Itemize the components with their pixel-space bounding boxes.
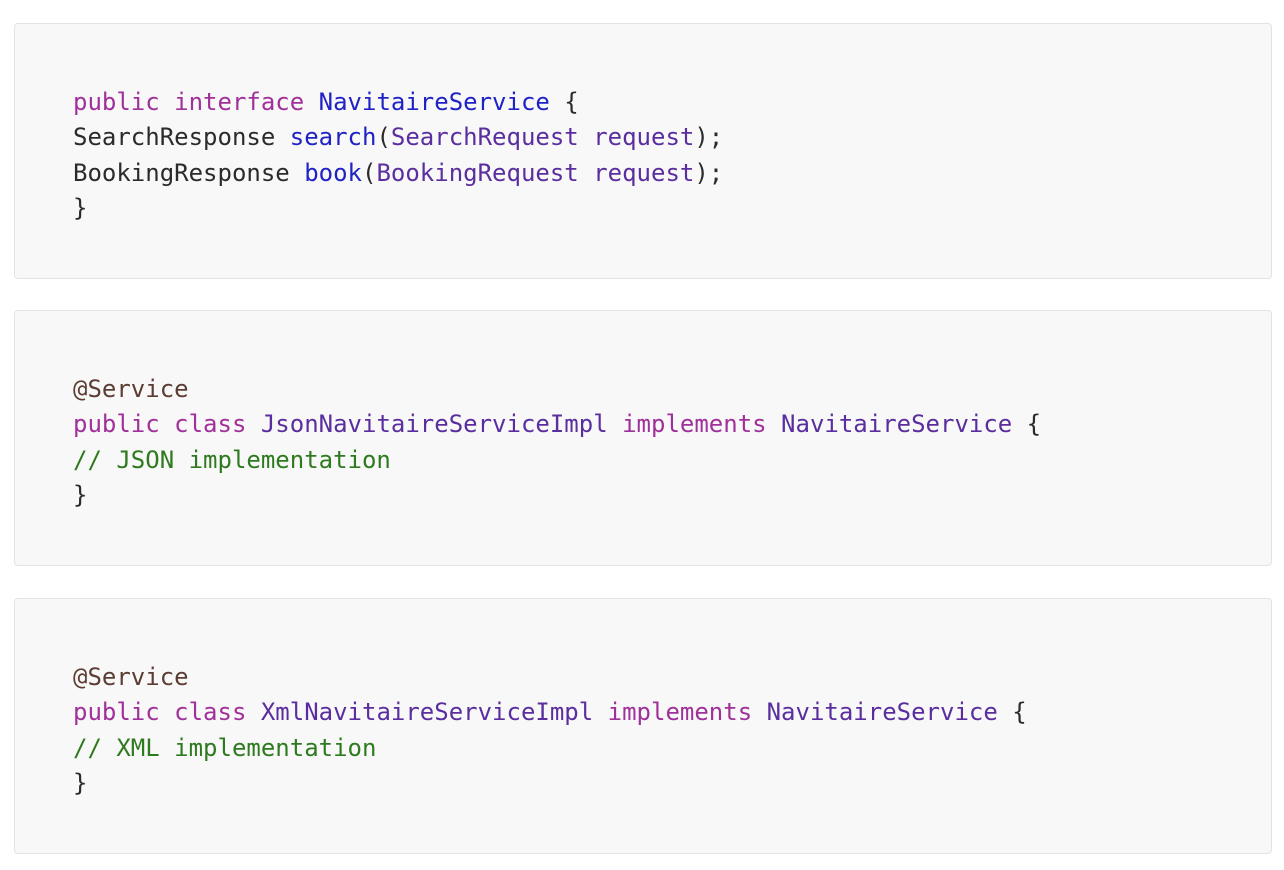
code-line: }	[73, 766, 1027, 801]
annotation-token: @Service	[73, 663, 189, 691]
punctuation-token: }	[73, 193, 88, 222]
keyword-token: implements	[607, 698, 753, 727]
code-line: BookingResponse book(BookingRequest requ…	[73, 156, 723, 191]
keyword-token: implements	[622, 410, 767, 439]
keyword-token: class	[174, 698, 247, 727]
keyword-token: public	[73, 88, 160, 116]
comment-token: // JSON implementation	[73, 445, 391, 474]
interface-name-token: NavitaireService	[318, 88, 550, 116]
code-line: }	[73, 478, 1041, 513]
punctuation-token: );	[694, 123, 724, 152]
code-text: @Service public class XmlNavitaireService…	[73, 660, 1027, 801]
param-name-token: request	[593, 158, 695, 187]
code-line: @Service	[73, 660, 1027, 695]
punctuation-token: {	[549, 88, 579, 116]
code-line: SearchResponse search(SearchRequest requ…	[73, 120, 723, 155]
punctuation-token: (	[362, 158, 377, 187]
code-line: }	[73, 191, 723, 226]
param-type-token: SearchRequest	[390, 123, 579, 152]
keyword-token: public	[73, 410, 160, 439]
method-name-token: book	[304, 158, 362, 187]
code-line: public interface NavitaireService {	[73, 85, 723, 120]
keyword-token: class	[174, 410, 247, 439]
code-line: // JSON implementation	[73, 443, 1041, 478]
punctuation-token: {	[1012, 410, 1042, 439]
class-name-token: JsonNavitaireServiceImpl	[260, 410, 608, 439]
punctuation-token: );	[694, 158, 724, 187]
code-line: public class JsonNavitaireServiceImpl im…	[73, 407, 1041, 442]
code-block-json-impl: @Service public class JsonNavitaireServic…	[14, 310, 1272, 566]
annotation-token: @Service	[73, 375, 189, 403]
punctuation-token: (	[376, 123, 391, 152]
keyword-token: public	[73, 698, 160, 727]
comment-token: // XML implementation	[73, 733, 377, 762]
punctuation-token: }	[73, 480, 88, 509]
code-line: public class XmlNavitaireServiceImpl imp…	[73, 695, 1027, 730]
code-line: // XML implementation	[73, 731, 1027, 766]
interface-ref-token: NavitaireService	[766, 698, 998, 727]
return-type-token: BookingResponse	[73, 158, 290, 187]
interface-ref-token: NavitaireService	[781, 410, 1013, 439]
method-name-token: search	[289, 123, 377, 152]
class-name-token: XmlNavitaireServiceImpl	[260, 698, 594, 727]
param-type-token: BookingRequest	[376, 158, 579, 187]
code-text: public interface NavitaireService {Searc…	[73, 85, 723, 226]
code-block-interface: public interface NavitaireService {Searc…	[14, 23, 1272, 279]
punctuation-token: {	[997, 698, 1027, 727]
keyword-token: interface	[174, 88, 305, 116]
punctuation-token: }	[73, 768, 88, 797]
param-name-token: request	[593, 123, 695, 152]
code-text: @Service public class JsonNavitaireServic…	[73, 372, 1041, 513]
code-block-xml-impl: @Service public class XmlNavitaireService…	[14, 598, 1272, 854]
code-line: @Service	[73, 372, 1041, 407]
return-type-token: SearchResponse	[73, 123, 276, 152]
